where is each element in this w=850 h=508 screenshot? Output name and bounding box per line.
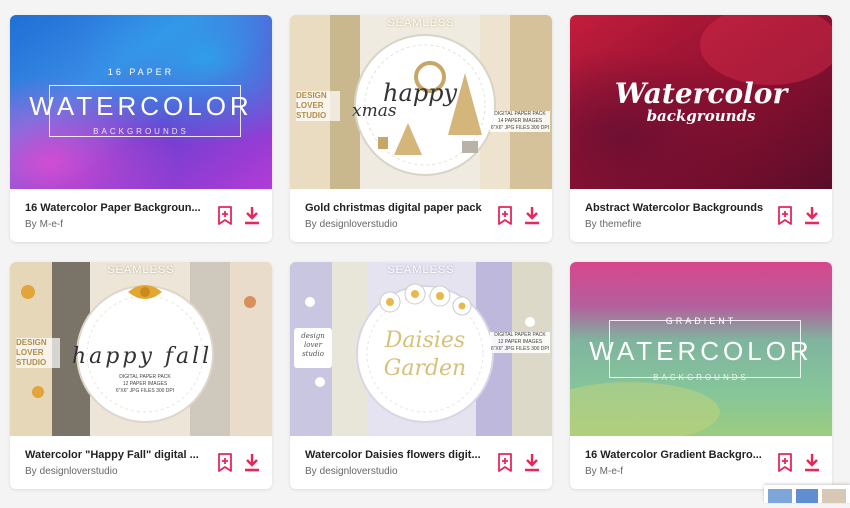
- thumb-main-text: WATERCOLOR: [589, 336, 813, 366]
- bookmark-add-icon: [218, 206, 232, 225]
- download-button[interactable]: [522, 205, 542, 227]
- bookmark-button[interactable]: [775, 205, 795, 227]
- thumb-sub-text: backgrounds: [646, 107, 756, 125]
- card-thumbnail[interactable]: SEAMLESS happy xmas DESIGN LOVER STUDIO …: [290, 15, 552, 189]
- thumb-brand-text: DESIGN LOVER STUDIO: [16, 338, 60, 368]
- thumb-pack-line: DIGITAL PAPER PACK: [119, 374, 171, 380]
- bookmark-add-icon: [218, 453, 232, 472]
- download-icon: [245, 454, 259, 472]
- card-thumbnail[interactable]: 16 PAPER WATERCOLOR BACKGROUNDS: [10, 15, 272, 189]
- preview-thumbnail: [768, 489, 846, 503]
- card-author: By designloverstudio: [305, 466, 398, 477]
- thumb-pack-line: 12 PAPER IMAGES: [122, 381, 168, 387]
- author-name[interactable]: designloverstudio: [320, 466, 398, 477]
- card-title[interactable]: Watercolor Daisies flowers digit...: [305, 449, 485, 461]
- download-button[interactable]: [242, 452, 262, 474]
- bookmark-button[interactable]: [215, 205, 235, 227]
- thumb-pack-line: 6"X6" JPG FILES 300 DPI: [115, 388, 175, 394]
- product-card[interactable]: SEAMLESS happy fall DESIGN LOVER STUDIO …: [10, 262, 272, 489]
- author-name[interactable]: designloverstudio: [40, 466, 118, 477]
- thumb-pack-line: 6"X6" JPG FILES 300 DPI: [490, 346, 550, 352]
- author-prefix: By: [25, 219, 37, 230]
- download-icon: [805, 207, 819, 225]
- card-thumbnail[interactable]: GRADIENT WATERCOLOR BACKGROUNDS: [570, 262, 832, 436]
- bookmark-button[interactable]: [495, 205, 515, 227]
- download-button[interactable]: [522, 452, 542, 474]
- card-author: By M-e-f: [585, 466, 623, 477]
- thumb-brand-text: design lover studio: [294, 328, 332, 368]
- card-title[interactable]: 16 Watercolor Gradient Backgro...: [585, 449, 765, 461]
- thumb-brand-text: DESIGN LOVER STUDIO: [296, 91, 340, 121]
- thumb-pack-line: DIGITAL PAPER PACK: [494, 111, 546, 117]
- product-card[interactable]: GRADIENT WATERCOLOR BACKGROUNDS 16 Water…: [570, 262, 832, 489]
- thumb-pack-info: DIGITAL PAPER PACK 12 PAPER IMAGES 6"X6"…: [110, 374, 180, 395]
- card-title[interactable]: Watercolor "Happy Fall" digital ...: [25, 449, 205, 461]
- download-icon: [805, 454, 819, 472]
- thumb-main-text: happy fall: [72, 344, 213, 369]
- card-title[interactable]: 16 Watercolor Paper Backgroun...: [25, 202, 205, 214]
- author-prefix: By: [585, 219, 597, 230]
- bookmark-button[interactable]: [215, 452, 235, 474]
- thumb-top-text: SEAMLESS: [387, 17, 455, 29]
- card-thumbnail[interactable]: Watercolor backgrounds: [570, 15, 832, 189]
- card-author: By designloverstudio: [25, 466, 118, 477]
- thumb-top-text: SEAMLESS: [387, 264, 455, 276]
- author-name[interactable]: M-e-f: [600, 466, 623, 477]
- product-card[interactable]: Watercolor backgrounds Abstract Watercol…: [570, 15, 832, 242]
- author-prefix: By: [305, 219, 317, 230]
- card-author: By themefire: [585, 219, 641, 230]
- card-thumbnail[interactable]: SEAMLESS happy fall DESIGN LOVER STUDIO …: [10, 262, 272, 436]
- thumb-main-text: WATERCOLOR: [29, 91, 253, 121]
- bookmark-button[interactable]: [495, 452, 515, 474]
- download-button[interactable]: [802, 205, 822, 227]
- thumb-top-text: SEAMLESS: [107, 264, 175, 276]
- author-name[interactable]: designloverstudio: [320, 219, 398, 230]
- author-name[interactable]: themefire: [600, 219, 642, 230]
- thumb-pack-info: DIGITAL PAPER PACK 12 PAPER IMAGES 6"X6"…: [490, 332, 550, 353]
- bookmark-button[interactable]: [775, 452, 795, 474]
- download-icon: [245, 207, 259, 225]
- bookmark-add-icon: [778, 206, 792, 225]
- thumb-bottom-text: BACKGROUNDS: [93, 127, 189, 136]
- product-card[interactable]: 16 PAPER WATERCOLOR BACKGROUNDS 16 Water…: [10, 15, 272, 242]
- thumb-top-text: GRADIENT: [665, 316, 737, 326]
- author-prefix: By: [305, 466, 317, 477]
- author-prefix: By: [585, 466, 597, 477]
- card-author: By M-e-f: [25, 219, 63, 230]
- thumb-main-text: Watercolor: [614, 77, 788, 110]
- product-card[interactable]: SEAMLESS happy xmas DESIGN LOVER STUDIO …: [290, 15, 552, 242]
- card-author: By designloverstudio: [305, 219, 398, 230]
- bookmark-add-icon: [498, 206, 512, 225]
- thumb-pack-line: 14 PAPER IMAGES: [497, 118, 543, 124]
- author-name[interactable]: M-e-f: [40, 219, 63, 230]
- download-icon: [525, 207, 539, 225]
- thumb-pack-line: 6"X6" JPG FILES 300 DPI: [490, 125, 550, 131]
- card-title[interactable]: Abstract Watercolor Backgrounds: [585, 202, 765, 214]
- download-icon: [525, 454, 539, 472]
- thumb-bottom-text: BACKGROUNDS: [653, 373, 749, 382]
- bookmark-add-icon: [498, 453, 512, 472]
- thumb-top-text: 16 PAPER: [107, 67, 175, 77]
- product-card[interactable]: SEAMLESS Daisies Garden design lover stu…: [290, 262, 552, 489]
- card-title[interactable]: Gold christmas digital paper pack: [305, 202, 485, 214]
- card-thumbnail[interactable]: SEAMLESS Daisies Garden design lover stu…: [290, 262, 552, 436]
- download-button[interactable]: [802, 452, 822, 474]
- thumb-pack-line: 12 PAPER IMAGES: [497, 339, 543, 345]
- author-prefix: By: [25, 466, 37, 477]
- thumb-pack-info: DIGITAL PAPER PACK 14 PAPER IMAGES 6"X6"…: [490, 111, 550, 132]
- bookmark-add-icon: [778, 453, 792, 472]
- thumb-sub-text: xmas: [352, 101, 397, 121]
- preview-popup[interactable]: [764, 485, 850, 503]
- thumb-pack-line: DIGITAL PAPER PACK: [494, 332, 546, 338]
- download-button[interactable]: [242, 205, 262, 227]
